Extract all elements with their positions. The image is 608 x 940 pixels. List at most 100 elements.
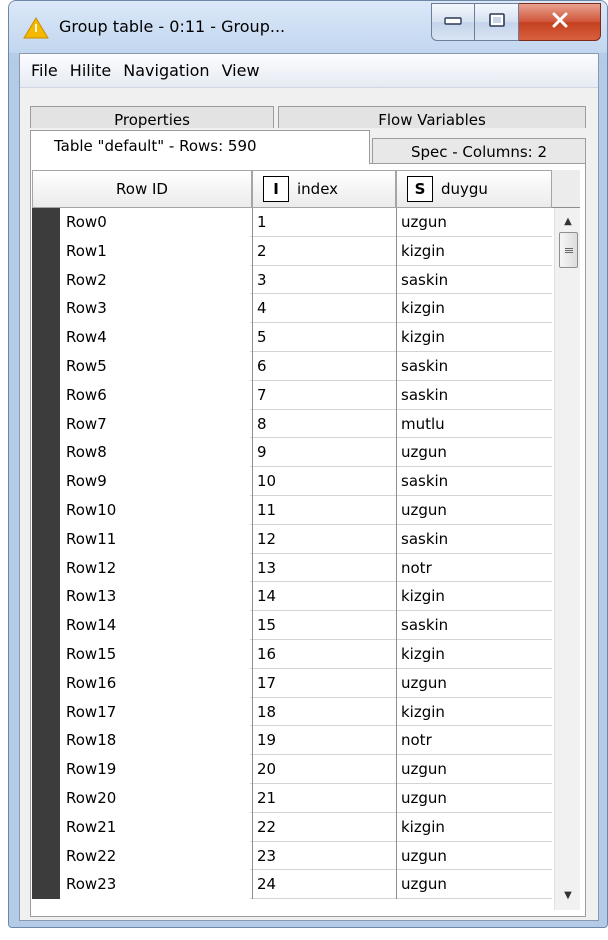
row-id-cell: Row10 bbox=[60, 495, 250, 525]
table-row[interactable]: Row19 20 uzgun bbox=[32, 755, 552, 784]
duygu-cell: kizgin bbox=[396, 236, 552, 266]
menu-navigation[interactable]: Navigation bbox=[118, 61, 214, 80]
row-color-indicator bbox=[32, 495, 60, 525]
duygu-cell: saskin bbox=[396, 351, 552, 381]
index-cell: 21 bbox=[252, 783, 396, 813]
index-cell: 9 bbox=[252, 438, 396, 468]
scrollbar-thumb[interactable] bbox=[559, 232, 578, 268]
index-cell: 22 bbox=[252, 812, 396, 842]
close-button[interactable] bbox=[519, 3, 601, 41]
upper-tab-row: Properties Flow Variables bbox=[30, 98, 586, 128]
duygu-cell: uzgun bbox=[396, 783, 552, 813]
row-id-cell: Row0 bbox=[60, 208, 250, 237]
duygu-cell: kizgin bbox=[396, 294, 552, 324]
title-bar[interactable]: Group table - 0:11 - Group... bbox=[9, 1, 607, 53]
index-cell: 8 bbox=[252, 409, 396, 439]
row-id-cell: Row23 bbox=[60, 870, 250, 900]
menu-bar: File Hilite Navigation View bbox=[20, 54, 598, 88]
row-id-cell: Row2 bbox=[60, 265, 250, 295]
vertical-scrollbar[interactable]: ▲ ▼ bbox=[554, 208, 580, 910]
table-row[interactable]: Row5 6 saskin bbox=[32, 351, 552, 381]
column-header-label: duygu bbox=[441, 180, 488, 198]
table-row[interactable]: Row13 14 kizgin bbox=[32, 582, 552, 612]
duygu-cell: notr bbox=[396, 726, 552, 756]
index-cell: 6 bbox=[252, 351, 396, 381]
table-row[interactable]: Row9 10 saskin bbox=[32, 467, 552, 496]
table-row[interactable]: Row11 12 saskin bbox=[32, 524, 552, 554]
table-row[interactable]: Row4 5 kizgin bbox=[32, 323, 552, 352]
row-color-indicator bbox=[32, 208, 60, 237]
index-cell: 3 bbox=[252, 265, 396, 295]
tab-properties[interactable]: Properties bbox=[30, 106, 274, 128]
duygu-cell: kizgin bbox=[396, 323, 552, 352]
row-id-cell: Row19 bbox=[60, 755, 250, 784]
row-color-indicator bbox=[32, 870, 60, 900]
minimize-button[interactable] bbox=[431, 3, 475, 41]
index-cell: 16 bbox=[252, 639, 396, 669]
table-row[interactable]: Row21 22 kizgin bbox=[32, 812, 552, 842]
index-cell: 15 bbox=[252, 611, 396, 640]
index-cell: 18 bbox=[252, 697, 396, 727]
table-row[interactable]: Row0 1 uzgun bbox=[32, 208, 552, 237]
index-cell: 1 bbox=[252, 208, 396, 237]
table-row[interactable]: Row7 8 mutlu bbox=[32, 409, 552, 439]
table-row[interactable]: Row12 13 notr bbox=[32, 553, 552, 583]
column-header-row-id[interactable]: Row ID bbox=[32, 170, 252, 208]
column-header-index[interactable]: I index bbox=[252, 170, 396, 208]
table-row[interactable]: Row18 19 notr bbox=[32, 726, 552, 756]
row-color-indicator bbox=[32, 697, 60, 727]
row-color-indicator bbox=[32, 323, 60, 352]
string-type-icon: S bbox=[407, 176, 433, 202]
duygu-cell: uzgun bbox=[396, 668, 552, 698]
table-row[interactable]: Row16 17 uzgun bbox=[32, 668, 552, 698]
table-row[interactable]: Row10 11 uzgun bbox=[32, 495, 552, 525]
row-color-indicator bbox=[32, 755, 60, 784]
index-cell: 13 bbox=[252, 553, 396, 583]
duygu-cell: saskin bbox=[396, 611, 552, 640]
table-row[interactable]: Row14 15 saskin bbox=[32, 611, 552, 640]
row-color-indicator bbox=[32, 726, 60, 756]
app-warning-icon bbox=[23, 17, 49, 39]
duygu-cell: mutlu bbox=[396, 409, 552, 439]
menu-view[interactable]: View bbox=[217, 61, 265, 80]
index-cell: 24 bbox=[252, 870, 396, 900]
tab-table-default[interactable]: Table "default" - Rows: 590 bbox=[30, 130, 370, 164]
table-row[interactable]: Row8 9 uzgun bbox=[32, 438, 552, 468]
table-row[interactable]: Row23 24 uzgun bbox=[32, 870, 552, 900]
column-header-duygu[interactable]: S duygu bbox=[396, 170, 552, 208]
row-color-indicator bbox=[32, 409, 60, 439]
table-row[interactable]: Row1 2 kizgin bbox=[32, 236, 552, 266]
row-id-cell: Row3 bbox=[60, 294, 250, 324]
tab-spec-columns[interactable]: Spec - Columns: 2 bbox=[372, 138, 586, 164]
window-title: Group table - 0:11 - Group... bbox=[59, 17, 286, 36]
scroll-up-arrow-icon[interactable]: ▲ bbox=[555, 208, 580, 234]
tab-flow-variables[interactable]: Flow Variables bbox=[278, 106, 586, 128]
duygu-cell: uzgun bbox=[396, 755, 552, 784]
menu-file[interactable]: File bbox=[26, 61, 63, 80]
duygu-cell: kizgin bbox=[396, 812, 552, 842]
table-row[interactable]: Row2 3 saskin bbox=[32, 265, 552, 295]
table-row[interactable]: Row6 7 saskin bbox=[32, 380, 552, 410]
row-id-cell: Row22 bbox=[60, 841, 250, 871]
table-row[interactable]: Row17 18 kizgin bbox=[32, 697, 552, 727]
row-color-indicator bbox=[32, 380, 60, 410]
index-cell: 19 bbox=[252, 726, 396, 756]
menu-hilite[interactable]: Hilite bbox=[65, 61, 116, 80]
duygu-cell: saskin bbox=[396, 524, 552, 554]
scroll-down-arrow-icon[interactable]: ▼ bbox=[555, 882, 580, 908]
table-row[interactable]: Row15 16 kizgin bbox=[32, 639, 552, 669]
row-id-cell: Row7 bbox=[60, 409, 250, 439]
maximize-button[interactable] bbox=[475, 3, 519, 41]
duygu-cell: saskin bbox=[396, 380, 552, 410]
table-row[interactable]: Row3 4 kizgin bbox=[32, 294, 552, 324]
row-id-cell: Row16 bbox=[60, 668, 250, 698]
table-row[interactable]: Row20 21 uzgun bbox=[32, 783, 552, 813]
duygu-cell: uzgun bbox=[396, 495, 552, 525]
row-color-indicator bbox=[32, 582, 60, 612]
maximize-icon bbox=[488, 12, 506, 32]
duygu-cell: kizgin bbox=[396, 697, 552, 727]
table-row[interactable]: Row22 23 uzgun bbox=[32, 841, 552, 871]
row-color-indicator bbox=[32, 438, 60, 468]
row-color-indicator bbox=[32, 467, 60, 496]
table-header: Row ID I index S duygu bbox=[32, 170, 580, 208]
